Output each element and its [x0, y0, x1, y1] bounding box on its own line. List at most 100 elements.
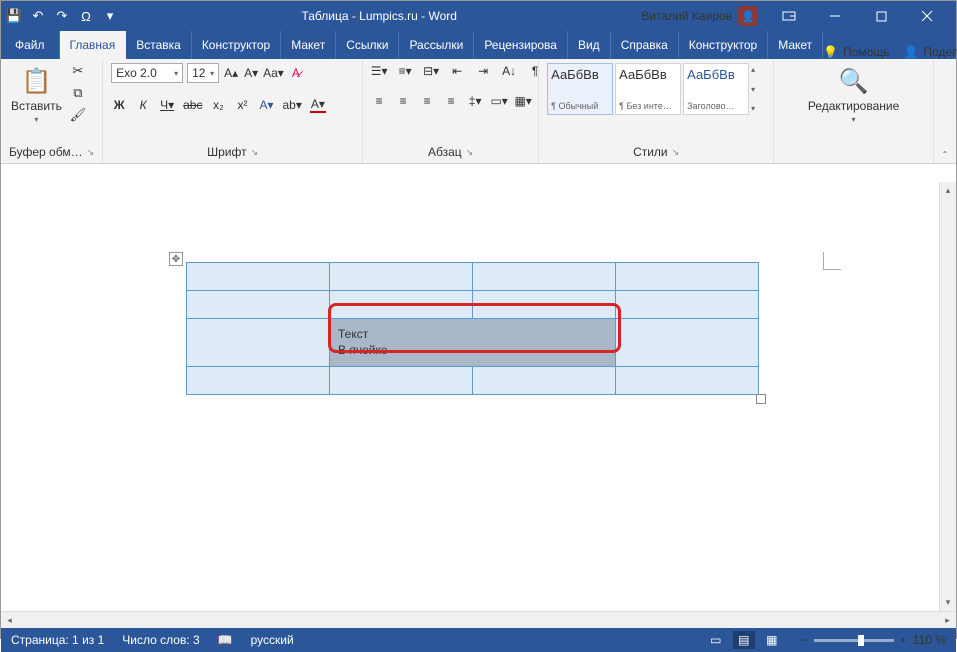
zoom-control[interactable]: − + 110 %	[801, 633, 946, 647]
bold-button[interactable]: Ж	[111, 97, 127, 113]
decrease-indent-icon[interactable]: ⇤	[449, 63, 465, 79]
ribbon-options-icon[interactable]	[766, 1, 812, 31]
tab-layout[interactable]: Макет	[281, 31, 336, 59]
chevron-down-icon: ▾	[174, 69, 178, 78]
font-color-icon[interactable]: A▾	[310, 97, 326, 113]
group-paragraph: ☰▾ ≡▾ ⊟▾ ⇤ ⇥ A↓ ¶ ≡ ≡ ≡ ≡ ‡▾ ▭▾ ▦▾ Абзац…	[363, 59, 539, 163]
launcher-icon[interactable]: ↘	[87, 147, 95, 158]
copy-icon[interactable]: ⧉	[70, 85, 86, 101]
minimize-button[interactable]	[812, 1, 858, 31]
shrink-font-icon[interactable]: A▾	[243, 65, 259, 81]
tab-home[interactable]: Главная	[60, 31, 127, 59]
scroll-left-icon[interactable]: ◂	[1, 615, 18, 626]
tell-me[interactable]: 💡Помощь	[823, 45, 889, 59]
launcher-icon[interactable]: ↘	[251, 147, 259, 158]
cut-icon[interactable]: ✂	[70, 63, 86, 79]
underline-button[interactable]: Ч▾	[159, 97, 175, 113]
save-icon[interactable]: 💾	[7, 9, 21, 23]
avatar: 👤	[738, 6, 758, 26]
table-resize-handle[interactable]	[756, 394, 766, 404]
line-spacing-icon[interactable]: ‡▾	[467, 93, 483, 109]
maximize-button[interactable]	[858, 1, 904, 31]
style-heading1[interactable]: АаБбВв Заголово…	[683, 63, 749, 115]
multilevel-icon[interactable]: ⊟▾	[423, 63, 439, 79]
view-print-icon[interactable]: ▤	[733, 631, 755, 649]
tab-references[interactable]: Ссылки	[336, 31, 399, 59]
zoom-in-icon[interactable]: +	[900, 633, 907, 647]
status-language[interactable]: русский	[251, 633, 294, 647]
bullets-icon[interactable]: ☰▾	[371, 63, 387, 79]
align-center-icon[interactable]: ≡	[395, 93, 411, 109]
styles-more[interactable]: ▴ ▾ ▾	[751, 63, 765, 115]
table-row[interactable]	[187, 291, 759, 319]
undo-icon[interactable]: ↶	[31, 9, 45, 23]
quick-access-toolbar: 💾 ↶ ↷ Ω ▾	[7, 9, 117, 23]
bulb-icon: 💡	[823, 45, 838, 59]
table-row[interactable]: Текст В ячейке	[187, 319, 759, 367]
status-page[interactable]: Страница: 1 из 1	[11, 633, 104, 647]
tab-mailings[interactable]: Рассылки	[399, 31, 474, 59]
tab-table-layout[interactable]: Макет	[768, 31, 823, 59]
subscript-button[interactable]: x₂	[210, 97, 226, 113]
zoom-value[interactable]: 110 %	[913, 633, 946, 647]
align-left-icon[interactable]: ≡	[371, 93, 387, 109]
tab-insert[interactable]: Вставка	[126, 31, 192, 59]
scroll-up-icon[interactable]: ▴	[940, 182, 956, 199]
style-normal[interactable]: АаБбВв ¶ Обычный	[547, 63, 613, 115]
paste-button[interactable]: 📋 Вставить ▾	[9, 63, 64, 126]
launcher-icon[interactable]: ↘	[672, 147, 680, 158]
font-size-combo[interactable]: 12▾	[187, 63, 219, 83]
collapse-ribbon-icon[interactable]: ⌃	[942, 150, 949, 159]
editing-button[interactable]: 🔍 Редактирование ▾	[806, 63, 901, 126]
tab-file[interactable]: Файл	[1, 31, 60, 59]
horizontal-scrollbar[interactable]: ◂ ▸	[1, 611, 956, 628]
status-words[interactable]: Число слов: 3	[122, 633, 199, 647]
grow-font-icon[interactable]: A▴	[223, 65, 239, 81]
style-no-spacing[interactable]: АаБбВв ¶ Без инте…	[615, 63, 681, 115]
redo-icon[interactable]: ↷	[55, 9, 69, 23]
zoom-out-icon[interactable]: −	[801, 633, 808, 647]
justify-icon[interactable]: ≡	[443, 93, 459, 109]
scroll-right-icon[interactable]: ▸	[939, 615, 956, 626]
format-painter-icon[interactable]: 🖌	[70, 107, 86, 123]
view-web-icon[interactable]: ▦	[761, 631, 783, 649]
status-proofing-icon[interactable]: 📖	[218, 633, 233, 647]
borders-icon[interactable]: ▦▾	[515, 93, 531, 109]
group-font: Exo 2.0▾ 12▾ A▴ A▾ Aa▾ A̷ Ж К Ч▾ abc x₂ …	[103, 59, 363, 163]
clear-format-icon[interactable]: A̷	[288, 65, 304, 81]
launcher-icon[interactable]: ↘	[466, 147, 474, 158]
tab-design[interactable]: Конструктор	[192, 31, 281, 59]
tab-view[interactable]: Вид	[568, 31, 611, 59]
tab-help[interactable]: Справка	[611, 31, 679, 59]
share-button[interactable]: 👤Поделиться	[903, 45, 957, 59]
view-read-icon[interactable]: ▭	[705, 631, 727, 649]
cell-text-line: Текст	[338, 327, 607, 343]
table-row[interactable]	[187, 367, 759, 395]
omega-icon[interactable]: Ω	[79, 9, 93, 23]
vertical-scrollbar[interactable]: ▴ ▾	[939, 182, 956, 611]
group-editing: 🔍 Редактирование ▾	[774, 59, 934, 163]
sort-icon[interactable]: A↓	[501, 63, 517, 79]
text-effects-icon[interactable]: A▾	[258, 97, 274, 113]
word-table[interactable]: Текст В ячейке	[186, 262, 759, 395]
table-move-handle[interactable]: ✥	[169, 252, 183, 266]
change-case-icon[interactable]: Aa▾	[263, 65, 284, 81]
align-right-icon[interactable]: ≡	[419, 93, 435, 109]
numbering-icon[interactable]: ≡▾	[397, 63, 413, 79]
user-account[interactable]: Виталий Каиров 👤	[641, 6, 758, 26]
ribbon-tabs: Файл Главная Вставка Конструктор Макет С…	[1, 31, 956, 59]
superscript-button[interactable]: x²	[234, 97, 250, 113]
document-area[interactable]: ✥ Текст В ячейке ▴ ▾	[1, 182, 956, 611]
increase-indent-icon[interactable]: ⇥	[475, 63, 491, 79]
font-name-combo[interactable]: Exo 2.0▾	[111, 63, 183, 83]
shading-icon[interactable]: ▭▾	[491, 93, 507, 109]
close-button[interactable]	[904, 1, 950, 31]
tab-review[interactable]: Рецензирова	[474, 31, 568, 59]
tab-table-design[interactable]: Конструктор	[679, 31, 768, 59]
italic-button[interactable]: К	[135, 97, 151, 113]
table-row[interactable]	[187, 263, 759, 291]
strike-button[interactable]: abc	[183, 97, 202, 113]
qat-more-icon[interactable]: ▾	[103, 9, 117, 23]
highlight-icon[interactable]: ab▾	[282, 97, 301, 113]
scroll-down-icon[interactable]: ▾	[940, 594, 956, 611]
